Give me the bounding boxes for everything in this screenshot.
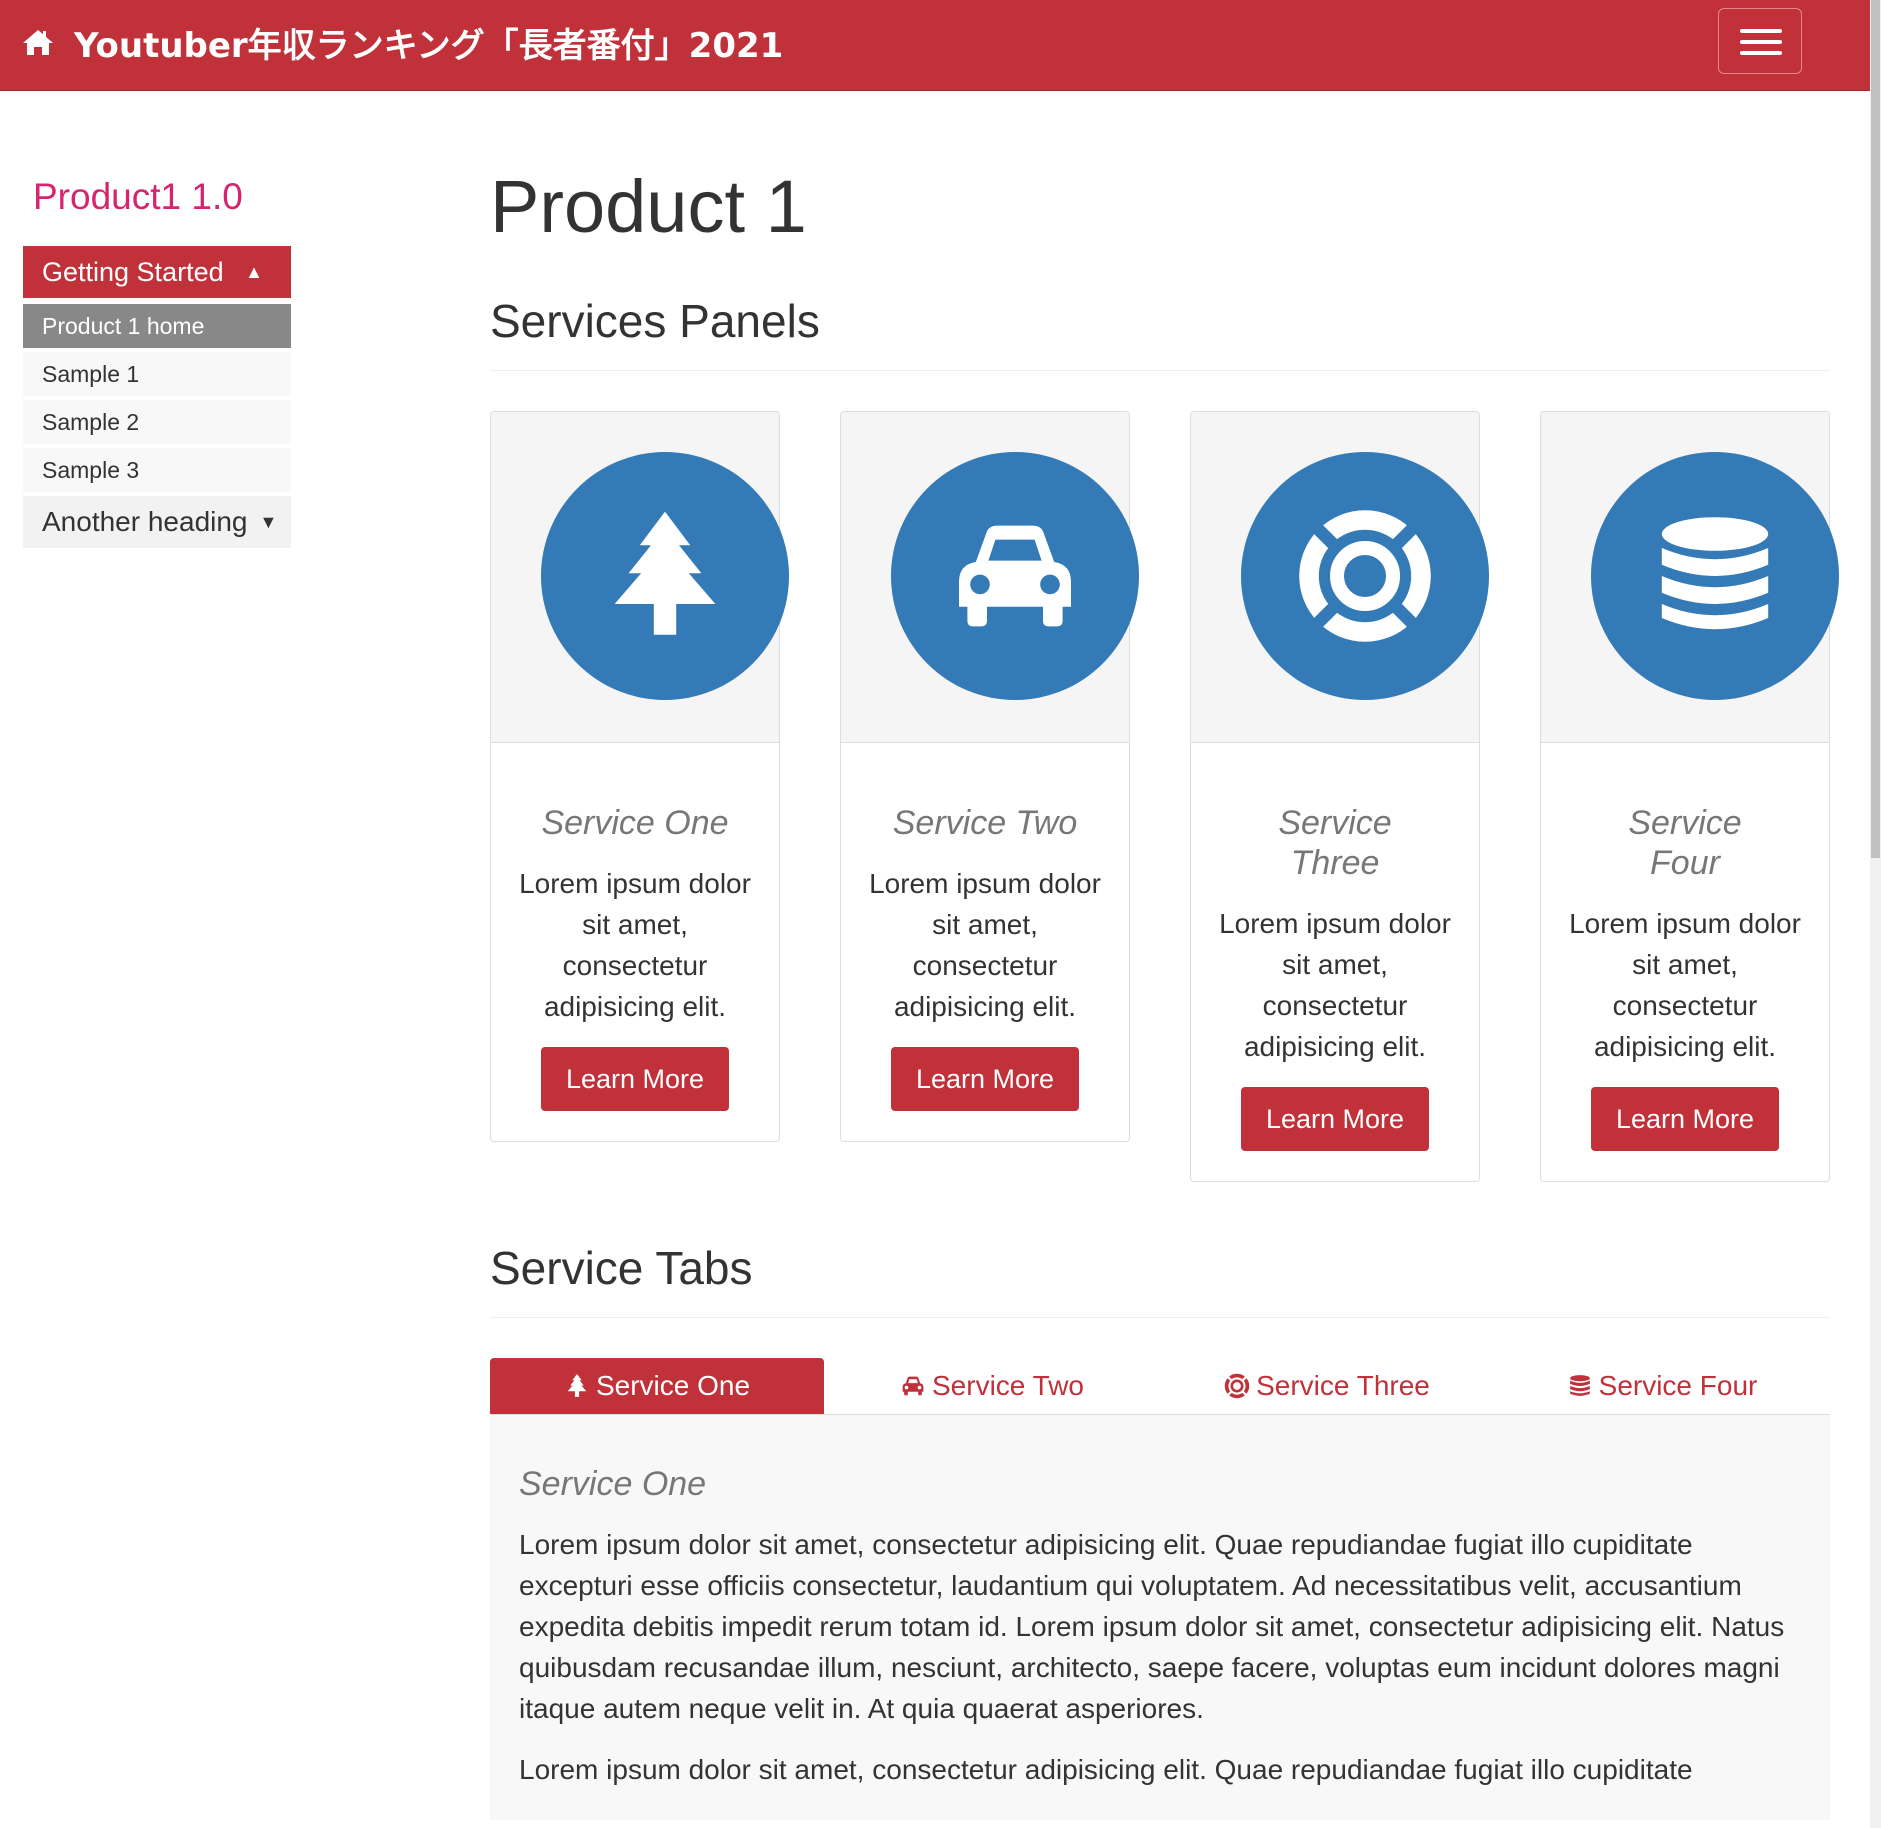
panel-header [841, 412, 1139, 743]
service-icon-circle [1591, 452, 1839, 700]
panel-body: Service Four Lorem ipsum dolor sit amet,… [1541, 743, 1829, 1181]
brand-title: Youtuber年収ランキング「長者番付」2021 [74, 25, 784, 66]
panel-body: Service Two Lorem ipsum dolor sit amet, … [841, 743, 1129, 1141]
tab-content-paragraph: Lorem ipsum dolor sit amet, consectetur … [519, 1754, 1693, 1785]
car-icon [959, 525, 1071, 627]
hamburger-menu-icon [1740, 29, 1782, 33]
tab-content-title: Service One [519, 1465, 707, 1503]
service-title: Service Four [1628, 804, 1742, 882]
vertical-scrollbar-thumb[interactable] [1871, 0, 1880, 858]
sidebar-heading-label: Another heading [42, 506, 248, 537]
service-panel: Service Four Lorem ipsum dolor sit amet,… [1540, 411, 1839, 1182]
tab-label: Service Four [1598, 1370, 1758, 1401]
service-description: Lorem ipsum dolor sit amet, consectetur … [1569, 908, 1801, 1062]
tab-service-three[interactable]: Service Three [1160, 1358, 1494, 1414]
sidebar-item-label: Product 1 home [42, 312, 205, 339]
life-ring-icon [1299, 510, 1431, 642]
services-panels: Service One Lorem ipsum dolor sit amet, … [490, 411, 1839, 1241]
services-panels-heading: Services Panels [490, 294, 1830, 371]
database-icon [1661, 517, 1769, 630]
home-icon [23, 30, 53, 55]
main-content: Product 1 Services Panels Service One Lo… [490, 150, 1839, 1820]
service-panel: Service One Lorem ipsum dolor sit amet, … [490, 411, 789, 1142]
service-title: Service Two [892, 804, 1078, 842]
sidebar-heading-another[interactable]: Another heading ▼ [23, 496, 291, 548]
tab-service-two[interactable]: Service Two [825, 1358, 1159, 1414]
sidebar-item-label: Sample 3 [42, 456, 140, 483]
top-navbar: Youtuber年収ランキング「長者番付」2021 [0, 0, 1870, 91]
panel-header [1191, 412, 1489, 743]
tree-icon [614, 511, 716, 635]
panel-body: Service Three Lorem ipsum dolor sit amet… [1191, 743, 1479, 1181]
sidebar-heading-label: Getting Started [42, 256, 224, 287]
service-panel: Service Three Lorem ipsum dolor sit amet… [1190, 411, 1489, 1182]
sidebar-item-sample-1[interactable]: Sample 1 [23, 352, 291, 396]
sidebar-item-product-1-home[interactable]: Product 1 home [23, 304, 291, 348]
sidebar-heading-getting-started[interactable]: Getting Started ▲ [23, 246, 291, 298]
sidebar-item-label: Sample 1 [42, 360, 140, 387]
service-tabs-heading: Service Tabs [490, 1241, 1830, 1318]
service-description: Lorem ipsum dolor sit amet, consectetur … [869, 868, 1101, 1022]
sidebar-item-sample-3[interactable]: Sample 3 [23, 448, 291, 492]
sidebar-item-label: Sample 2 [42, 408, 140, 435]
tab-label: Service Three [1256, 1370, 1430, 1401]
panel-body: Service One Lorem ipsum dolor sit amet, … [491, 743, 779, 1141]
tab-label: Service Two [932, 1370, 1084, 1401]
service-tabs: Service One Service Two Service Three Se… [490, 1358, 1830, 1415]
panel-header [1541, 412, 1839, 743]
learn-more-button[interactable]: Learn More [1241, 1087, 1429, 1151]
sidebar-item-sample-2[interactable]: Sample 2 [23, 400, 291, 444]
service-title: Service Three [1278, 804, 1392, 882]
service-title: Service One [541, 804, 729, 842]
service-panel: Service Two Lorem ipsum dolor sit amet, … [840, 411, 1139, 1142]
tree-icon [567, 1374, 587, 1397]
tab-content-paragraph: Lorem ipsum dolor sit amet, consectetur … [519, 1529, 1785, 1724]
brand-link[interactable]: Youtuber年収ランキング「長者番付」2021 [22, 0, 783, 84]
service-description: Lorem ipsum dolor sit amet, consectetur … [519, 868, 751, 1022]
learn-more-button[interactable]: Learn More [541, 1047, 729, 1111]
caret-down-icon: ▼ [259, 511, 278, 532]
panel-header [491, 412, 789, 743]
life-ring-icon [1224, 1373, 1250, 1399]
service-icon-circle [1241, 452, 1489, 700]
sidebar-title[interactable]: Product1 1.0 [33, 170, 291, 238]
page-title: Product 1 [490, 165, 807, 248]
tab-service-four[interactable]: Service Four [1495, 1358, 1829, 1414]
navbar-toggle-button[interactable] [1718, 8, 1802, 74]
sidebar: Product1 1.0 Getting Started ▲ Product 1… [23, 162, 291, 548]
service-icon-circle [541, 452, 789, 700]
service-description: Lorem ipsum dolor sit amet, consectetur … [1219, 908, 1451, 1062]
car-icon [902, 1376, 924, 1396]
learn-more-button[interactable]: Learn More [891, 1047, 1079, 1111]
caret-up-icon: ▲ [245, 261, 263, 282]
learn-more-button[interactable]: Learn More [1591, 1087, 1779, 1151]
service-icon-circle [891, 452, 1139, 700]
tab-label: Service One [595, 1370, 751, 1401]
tab-content-service-one: Service One Lorem ipsum dolor sit amet, … [490, 1415, 1830, 1820]
tab-service-one[interactable]: Service One [490, 1358, 824, 1414]
database-icon [1569, 1375, 1590, 1396]
